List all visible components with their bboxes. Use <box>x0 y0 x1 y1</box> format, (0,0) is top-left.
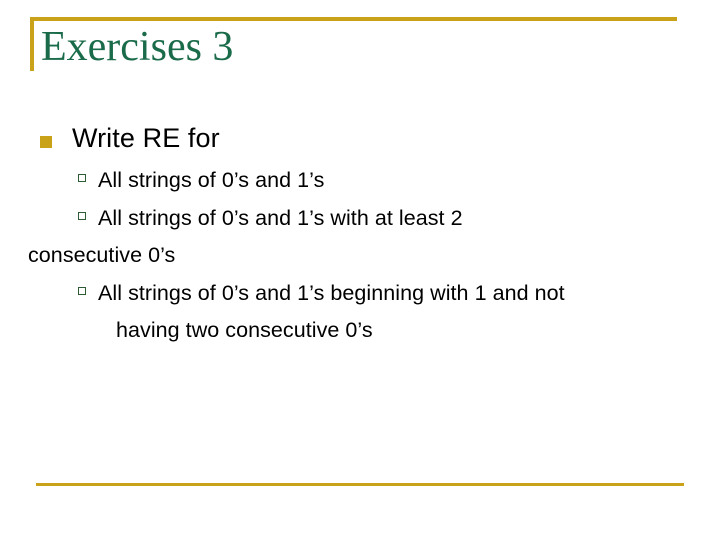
list-item-label: All strings of 0’s and 1’s <box>98 168 325 192</box>
slide-body: Write RE for All strings of 0’s and 1’s … <box>0 120 720 350</box>
hollow-square-bullet-icon <box>78 174 86 182</box>
list-item: All strings of 0’s and 1’s <box>0 162 720 199</box>
title-rule-vertical-divider <box>30 17 34 71</box>
list-item-label-continuation: having two consecutive 0’s <box>116 318 373 342</box>
page-title: Exercises 3 <box>41 24 234 70</box>
list-item-label: All strings of 0’s and 1’s with at least… <box>98 206 463 230</box>
hollow-square-bullet-icon <box>78 212 86 220</box>
sub-bullet-list: All strings of 0’s and 1’s All strings o… <box>0 162 720 349</box>
slide: Exercises 3 Write RE for All strings of … <box>0 0 720 540</box>
bullet-item-level1-label: Write RE for <box>72 123 220 153</box>
list-item: All strings of 0’s and 1’s beginning wit… <box>0 275 720 349</box>
title-rule-horizontal-divider <box>30 17 677 21</box>
bullet-item-level1: Write RE for <box>0 120 720 156</box>
list-item-label: All strings of 0’s and 1’s beginning wit… <box>98 281 565 305</box>
list-item-label-continuation: consecutive 0’s <box>28 243 176 267</box>
hollow-square-bullet-icon <box>78 287 86 295</box>
filled-square-bullet-icon <box>40 136 52 148</box>
footer-divider <box>36 483 684 486</box>
list-item: All strings of 0’s and 1’s with at least… <box>0 200 720 274</box>
